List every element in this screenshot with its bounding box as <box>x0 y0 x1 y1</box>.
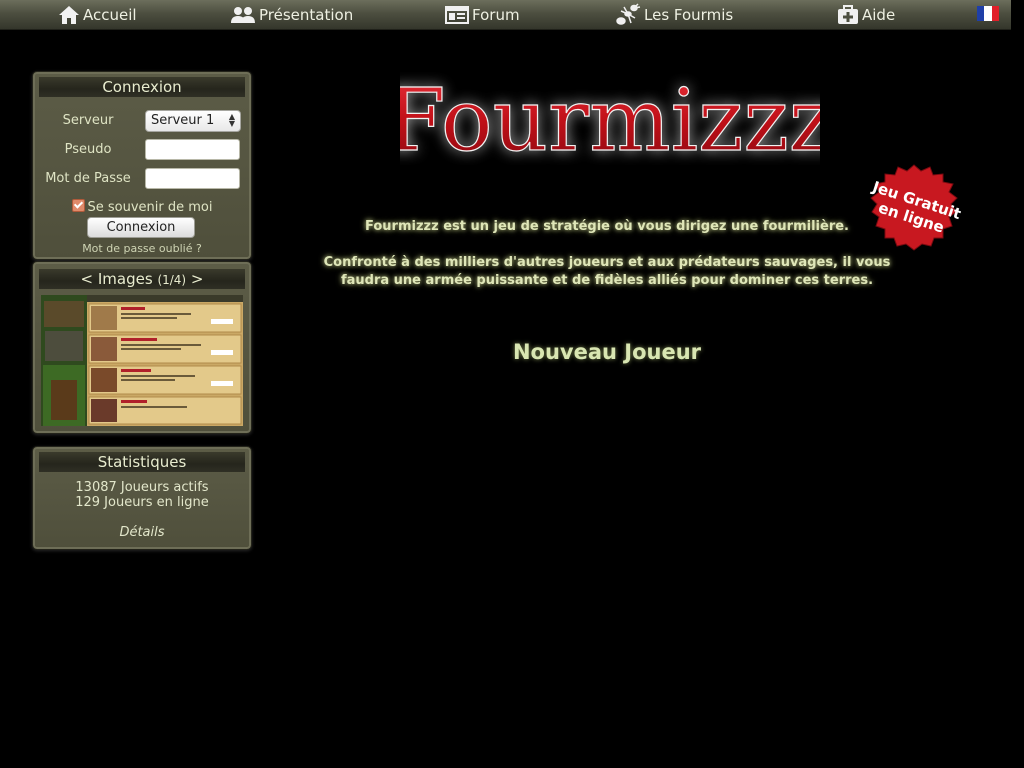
stats-panel: Statistiques 13087 Joueurs actifs 129 Jo… <box>32 446 252 550</box>
forgot-password-link[interactable]: Mot de passe oublié ? <box>33 242 251 255</box>
select-arrows-icon: ▲ ▼ <box>228 112 235 128</box>
nav-accueil-label: Accueil <box>83 6 137 24</box>
images-title: Images <box>97 270 153 288</box>
password-input[interactable] <box>145 168 240 189</box>
server-label: Serveur <box>62 113 114 128</box>
users-icon <box>231 7 255 23</box>
flag-fr-icon[interactable] <box>977 6 999 21</box>
nav-forum-label: Forum <box>472 6 520 24</box>
remember-me-checkbox[interactable] <box>71 199 85 212</box>
password-label: Mot de Passe <box>45 171 131 186</box>
pseudo-input[interactable] <box>145 139 240 160</box>
login-button[interactable]: Connexion <box>87 217 195 238</box>
intro-text-1: Fourmizzz est un jeu de stratégie où vou… <box>365 219 849 234</box>
server-select-value: Serveur 1 <box>151 113 215 128</box>
intro-text-2a: Confronté à des milliers d'autres joueur… <box>323 255 891 270</box>
images-panel: < Images (1/4) > <box>32 261 252 434</box>
server-select[interactable]: Serveur 1 ▲ ▼ <box>145 110 241 132</box>
nav-accueil[interactable]: Accueil <box>58 3 137 27</box>
remember-me: Se souvenir de moi <box>33 199 251 215</box>
nav-forum[interactable]: Forum <box>445 3 520 27</box>
logo-text: Fourmizzz <box>400 71 820 171</box>
free-game-badge: Jeu Gratuit en ligne <box>869 164 963 251</box>
nav-les-fourmis[interactable]: Les Fourmis <box>615 3 733 27</box>
online-players-count: 129 Joueurs en ligne <box>75 495 209 510</box>
forum-icon <box>445 6 469 24</box>
intro-text-2b: faudra une armée puissante et de fidèles… <box>340 273 874 288</box>
images-next-button[interactable]: > <box>191 270 204 288</box>
images-prev-button[interactable]: < <box>81 270 94 288</box>
new-player-link[interactable]: Nouveau Joueur <box>300 340 914 364</box>
ant-icon <box>616 3 641 25</box>
top-nav-bar: Accueil Présentation Forum Les Fourmis A… <box>0 0 1011 30</box>
fourmizzz-logo: Fourmizzz Fourmizzz <box>400 70 820 171</box>
images-panel-title: < Images (1/4) > <box>39 269 245 289</box>
images-counter: (1/4) <box>157 273 187 287</box>
nav-les-fourmis-label: Les Fourmis <box>644 6 734 24</box>
pseudo-label: Pseudo <box>64 142 112 157</box>
nav-aide[interactable]: Aide <box>837 3 895 27</box>
login-panel: Connexion Serveur Serveur 1 ▲ ▼ Pseudo Mo… <box>32 71 252 260</box>
remember-me-label: Se souvenir de moi <box>87 200 213 215</box>
medkit-icon <box>838 5 858 24</box>
stats-panel-title: Statistiques <box>39 452 245 472</box>
login-panel-title: Connexion <box>39 77 245 97</box>
game-screenshot-thumbnail[interactable] <box>41 295 243 426</box>
nav-aide-label: Aide <box>862 6 896 24</box>
nav-presentation[interactable]: Présentation <box>230 3 353 27</box>
nav-presentation-label: Présentation <box>259 6 354 24</box>
stats-details-link[interactable]: Détails <box>33 525 251 540</box>
active-players-count: 13087 Joueurs actifs <box>75 480 209 495</box>
home-icon <box>59 6 79 24</box>
